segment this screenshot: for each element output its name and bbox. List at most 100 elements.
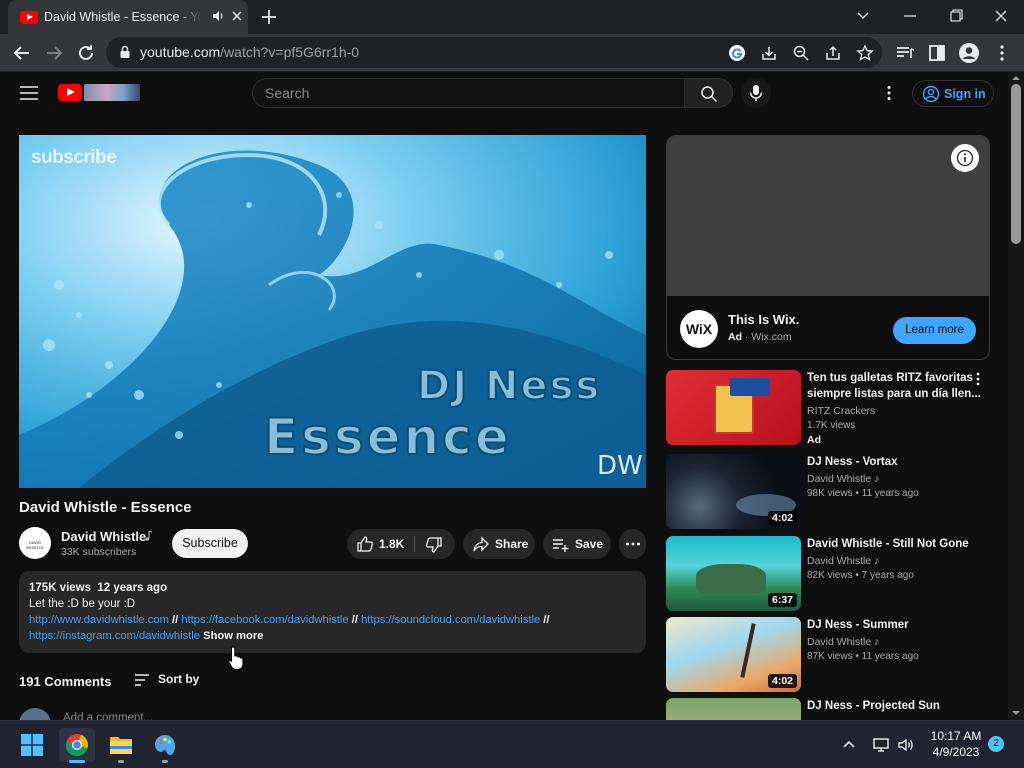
channel-name[interactable]: David Whistle ♪ — [807, 636, 879, 648]
video-thumbnail[interactable]: 4:02 — [666, 454, 801, 529]
like-button[interactable]: 1.8K — [347, 529, 415, 559]
share-button[interactable]: Share — [463, 529, 535, 559]
browser-tab[interactable]: David Whistle - Essence - YouTube — [8, 0, 248, 34]
video-thumbnail[interactable]: 6:37 — [666, 536, 801, 611]
ad-badge: Ad — [807, 434, 821, 446]
install-app-icon[interactable] — [760, 44, 778, 62]
system-tray-chevron-icon[interactable] — [841, 737, 857, 753]
save-playlist-icon — [553, 539, 569, 552]
save-button[interactable]: Save — [543, 529, 611, 559]
recommended-video[interactable]: 4:02 DJ Ness - Summer David Whistle ♪ 87… — [666, 617, 996, 693]
file-explorer-taskbar-button[interactable] — [103, 728, 139, 763]
side-panel-icon[interactable] — [925, 41, 949, 65]
close-tab-icon[interactable] — [230, 9, 244, 23]
paint-taskbar-button[interactable] — [147, 728, 183, 763]
channel-avatar[interactable]: DAVID WHISTLE — [19, 527, 51, 559]
channel-name[interactable]: RITZ Crackers — [807, 405, 875, 417]
search-button[interactable] — [684, 78, 733, 108]
channel-name[interactable]: David Whistle ♪ — [807, 555, 879, 567]
subscriber-count: 33K subscribers — [61, 546, 137, 558]
more-horizontal-icon — [626, 542, 640, 546]
windows-start-icon[interactable] — [21, 734, 43, 756]
media-controls-icon[interactable] — [893, 41, 917, 65]
instagram-link[interactable]: https://instagram.com/davidwhistle — [29, 630, 200, 642]
show-more-link[interactable]: Show more — [203, 630, 263, 642]
website-link[interactable]: http://www.davidwhistle.com — [29, 614, 169, 626]
lock-icon[interactable] — [118, 45, 132, 59]
voice-search-button[interactable] — [741, 78, 771, 108]
folder-icon — [110, 737, 132, 754]
video-title[interactable]: DJ Ness - Projected Sun — [807, 698, 982, 714]
minimize-icon[interactable] — [895, 4, 925, 28]
new-tab-icon[interactable] — [258, 6, 280, 28]
volume-icon[interactable] — [897, 736, 915, 754]
video-title[interactable]: DJ Ness - Vortax — [807, 454, 982, 470]
browser-tab-strip: David Whistle - Essence - YouTube — [0, 0, 1024, 34]
view-count-and-age: 82K views • 7 years ago — [807, 570, 914, 581]
comments-count: 191 Comments — [19, 674, 112, 689]
share-arrow-icon — [473, 536, 489, 552]
restore-icon[interactable] — [940, 4, 970, 28]
subscribe-button[interactable]: Subscribe — [172, 529, 248, 558]
channel-name[interactable]: David Whistle — [61, 529, 146, 544]
like-count: 1.8K — [379, 537, 405, 551]
clock-date[interactable]: 4/9/2023 — [928, 745, 984, 759]
search-input[interactable] — [265, 85, 665, 101]
description-box[interactable]: 175K views 12 years ago Let the :D be yo… — [19, 571, 646, 653]
search-field[interactable] — [252, 78, 684, 108]
video-title[interactable]: Ten tus galletas RITZ favoritas siempre … — [807, 370, 982, 402]
artist-artwork-text: DJ Ness — [416, 362, 602, 410]
thumbs-up-icon — [357, 536, 374, 552]
recommended-video[interactable]: 6:37 David Whistle - Still Not Gone Davi… — [666, 536, 996, 612]
video-player[interactable]: subscribe DJ Ness Essence DW — [19, 135, 646, 488]
tab-title: David Whistle - Essence - YouTube — [44, 10, 202, 24]
video-title[interactable]: David Whistle - Still Not Gone — [807, 536, 982, 552]
speaker-icon[interactable] — [211, 9, 225, 23]
reload-icon[interactable] — [74, 41, 98, 65]
facebook-link[interactable]: https://facebook.com/davidwhistle — [181, 614, 348, 626]
google-lens-icon[interactable] — [728, 44, 746, 62]
notification-badge[interactable]: 2 — [988, 736, 1004, 752]
wix-logo[interactable]: WiX — [680, 310, 718, 348]
more-actions-button[interactable] — [619, 529, 646, 559]
network-icon[interactable] — [872, 736, 890, 754]
bookmark-star-icon[interactable] — [856, 44, 874, 62]
video-title[interactable]: DJ Ness - Summer — [807, 617, 982, 633]
ad-info-button[interactable] — [951, 144, 979, 172]
recommended-video[interactable]: 4:02 DJ Ness - Vortax David Whistle ♪ 98… — [666, 454, 996, 530]
hamburger-menu-icon[interactable] — [18, 83, 40, 103]
clock-time[interactable]: 10:17 AM — [928, 729, 984, 743]
sign-in-button[interactable]: Sign in — [912, 80, 994, 107]
thumbs-down-icon[interactable] — [425, 536, 443, 554]
video-thumbnail[interactable] — [666, 370, 801, 445]
scroll-down-arrow-icon[interactable] — [1010, 708, 1022, 718]
settings-kebab-icon[interactable] — [880, 84, 898, 102]
address-bar[interactable]: youtube.com/watch?v=pf5G6rr1h-0 — [106, 37, 882, 68]
video-title: David Whistle - Essence — [19, 499, 192, 516]
youtube-logo[interactable] — [58, 84, 140, 102]
zoom-icon[interactable] — [792, 44, 810, 62]
music-note-icon — [145, 530, 153, 541]
chrome-taskbar-button[interactable] — [59, 728, 95, 763]
scroll-up-arrow-icon[interactable] — [1010, 73, 1022, 83]
video-thumbnail[interactable] — [666, 698, 801, 720]
profile-icon[interactable] — [957, 41, 981, 65]
close-window-icon[interactable] — [986, 4, 1016, 28]
sort-by-button[interactable]: Sort by — [133, 671, 213, 691]
share-page-icon[interactable] — [824, 44, 842, 62]
ad-title[interactable]: This Is Wix. — [728, 312, 799, 327]
recommended-video[interactable]: Ten tus galletas RITZ favoritas siempre … — [666, 370, 996, 446]
channel-name[interactable]: David Whistle ♪ — [807, 473, 879, 485]
soundcloud-link[interactable]: https://soundcloud.com/davidwhistle — [361, 614, 540, 626]
learn-more-button[interactable]: Learn more — [893, 317, 976, 344]
video-menu-icon[interactable] — [972, 371, 984, 387]
view-and-date: 175K views 12 years ago — [29, 582, 168, 594]
tab-search-chevron-icon[interactable] — [848, 4, 878, 28]
forward-arrow-icon[interactable] — [42, 41, 66, 65]
scrollbar-thumb[interactable] — [1011, 84, 1021, 244]
browser-menu-icon[interactable] — [990, 41, 1014, 65]
back-arrow-icon[interactable] — [10, 41, 34, 65]
recommended-video[interactable]: DJ Ness - Projected Sun — [666, 698, 996, 720]
video-thumbnail[interactable]: 4:02 — [666, 617, 801, 692]
sort-icon — [135, 674, 149, 686]
